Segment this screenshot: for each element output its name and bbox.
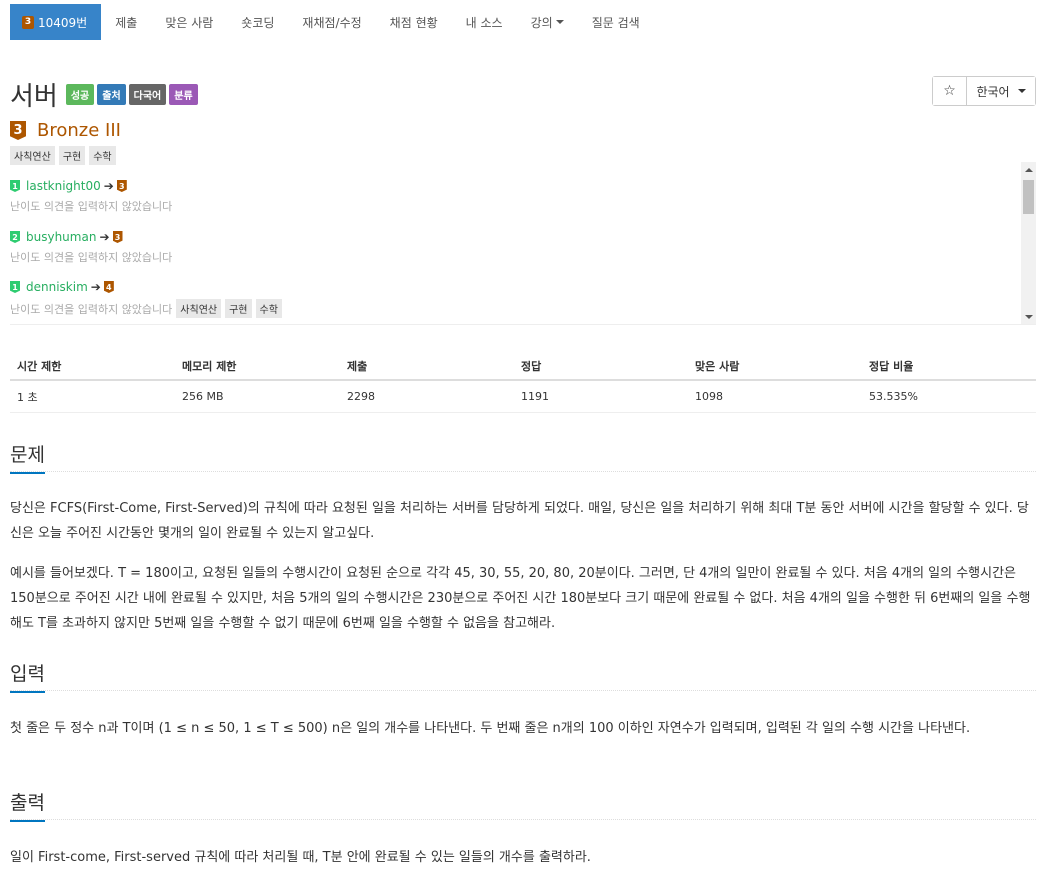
opinion-item: 1 denniskim ➔ 4 난이도 의견을 입력하지 않았습니다 사칙연산 …	[10, 280, 282, 318]
level-badge-icon: 1	[10, 281, 20, 293]
bronze-tier-icon: 3	[22, 15, 34, 29]
input-section-header: 입력	[10, 659, 1036, 693]
cell-submissions: 2298	[347, 390, 375, 403]
header-memory-limit: 메모리 제한	[182, 359, 237, 373]
difficulty-opinions-panel: 1 lastknight00 ➔ 3 난이도 의견을 입력하지 않았습니다 2 …	[10, 162, 1036, 325]
language-dropdown[interactable]: 한국어	[967, 77, 1035, 105]
problem-paragraph-2: 예시를 들어보겠다. T = 180이고, 요청된 일들의 수행시간이 요청된 …	[10, 566, 1031, 631]
arrow-right-icon: ➔	[103, 179, 114, 193]
arrow-right-icon: ➔	[90, 280, 101, 294]
cell-solved-users: 1098	[695, 390, 723, 403]
language-label: 한국어	[976, 84, 1010, 99]
tag-math[interactable]: 수학	[255, 299, 282, 318]
arrow-right-icon: ➔	[99, 230, 110, 244]
label-success[interactable]: 성공	[65, 84, 95, 105]
input-paragraph: 첫 줄은 두 정수 n과 T이며 (1 ≤ n ≤ 50, 1 ≤ T ≤ 50…	[10, 721, 971, 736]
level-badge-icon: 1	[10, 180, 20, 192]
scroll-down-icon[interactable]	[1025, 315, 1033, 319]
opinion-description: 난이도 의견을 입력하지 않았습니다	[10, 302, 173, 316]
bronze-tier-icon: 3	[112, 231, 123, 243]
output-section-header: 출력	[10, 788, 1036, 822]
label-category[interactable]: 분류	[169, 84, 198, 105]
label-multilang[interactable]: 다국어	[128, 84, 167, 105]
cell-memory-limit: 256 MB	[182, 390, 224, 403]
nav-question-search[interactable]: 질문 검색	[578, 4, 654, 40]
bronze-tier-icon: 3	[116, 180, 127, 192]
nav-lecture-label: 강의	[530, 15, 553, 30]
bronze-tier-icon: 3	[10, 121, 26, 140]
header-time-limit: 시간 제한	[17, 359, 62, 373]
opinion-user-link[interactable]: busyhuman	[26, 230, 96, 244]
problem-section-header: 문제	[10, 440, 1036, 474]
page-title: 서버	[10, 82, 58, 112]
nav-problem-tab[interactable]: 3 10409번	[10, 4, 102, 40]
opinion-description: 난이도 의견을 입력하지 않았습니다	[10, 251, 173, 264]
header-accept-rate: 정답 비율	[869, 359, 914, 373]
scrollbar-thumb[interactable]	[1023, 180, 1034, 214]
scroll-up-icon[interactable]	[1025, 168, 1033, 172]
cell-time-limit: 1 초	[17, 390, 38, 404]
output-paragraph: 일이 First-come, First-served 규칙에 따라 처리될 때…	[10, 850, 591, 865]
nav-status[interactable]: 채점 현황	[376, 4, 452, 40]
header-solved-users: 맞은 사람	[695, 359, 740, 373]
header-accepted: 정답	[521, 359, 542, 373]
opinion-description: 난이도 의견을 입력하지 않았습니다	[10, 200, 173, 213]
top-nav: 3 10409번 제출 맞은 사람 숏코딩 재채점/수정 채점 현황 내 소스 …	[10, 4, 654, 40]
nav-short-coding[interactable]: 숏코딩	[227, 4, 288, 40]
star-button[interactable]: ☆	[933, 77, 967, 105]
nav-accepted-users[interactable]: 맞은 사람	[151, 4, 227, 40]
section-title-output: 출력	[10, 788, 45, 822]
tag-arithmetic[interactable]: 사칙연산	[176, 299, 222, 318]
cell-accept-rate: 53.535%	[869, 390, 918, 403]
caret-down-icon	[1017, 89, 1026, 93]
title-actions: ☆ 한국어	[932, 76, 1036, 106]
level-badge-icon: 2	[10, 231, 20, 243]
opinion-user-link[interactable]: denniskim	[26, 280, 88, 294]
opinion-item: 2 busyhuman ➔ 3 난이도 의견을 입력하지 않았습니다	[10, 230, 172, 265]
nav-lecture-dropdown[interactable]: 강의	[517, 4, 578, 40]
tier-name: Bronze III	[37, 120, 121, 141]
nav-rejudge[interactable]: 재채점/수정	[288, 4, 375, 40]
table-row: 1 초 256 MB 2298 1191 1098 53.535%	[10, 381, 1036, 413]
nav-submit[interactable]: 제출	[101, 4, 151, 40]
title-row: 서버 성공 출처 다국어 분류	[10, 76, 201, 113]
cell-accepted: 1191	[521, 390, 549, 403]
bronze-tier-icon: 4	[103, 281, 114, 293]
section-title-problem: 문제	[10, 440, 45, 474]
problem-stats-table: 시간 제한 메모리 제한 제출 정답 맞은 사람 정답 비율 1 초 256 M…	[10, 352, 1036, 413]
problem-id: 10409번	[38, 15, 88, 30]
opinions-scrollbar[interactable]	[1021, 162, 1036, 324]
section-title-input: 입력	[10, 659, 45, 693]
header-submissions: 제출	[347, 359, 368, 373]
problem-paragraph-1: 당신은 FCFS(First-Come, First-Served)의 규칙에 …	[10, 501, 1029, 541]
opinion-item: 1 lastknight00 ➔ 3 난이도 의견을 입력하지 않았습니다	[10, 179, 172, 214]
label-source[interactable]: 출처	[97, 84, 126, 105]
caret-down-icon	[555, 20, 564, 24]
opinion-user-link[interactable]: lastknight00	[26, 179, 101, 193]
table-header-row: 시간 제한 메모리 제한 제출 정답 맞은 사람 정답 비율	[10, 352, 1036, 381]
tag-implementation[interactable]: 구현	[225, 299, 252, 318]
nav-my-source[interactable]: 내 소스	[452, 4, 517, 40]
tier-row: 3 Bronze III	[10, 120, 121, 141]
